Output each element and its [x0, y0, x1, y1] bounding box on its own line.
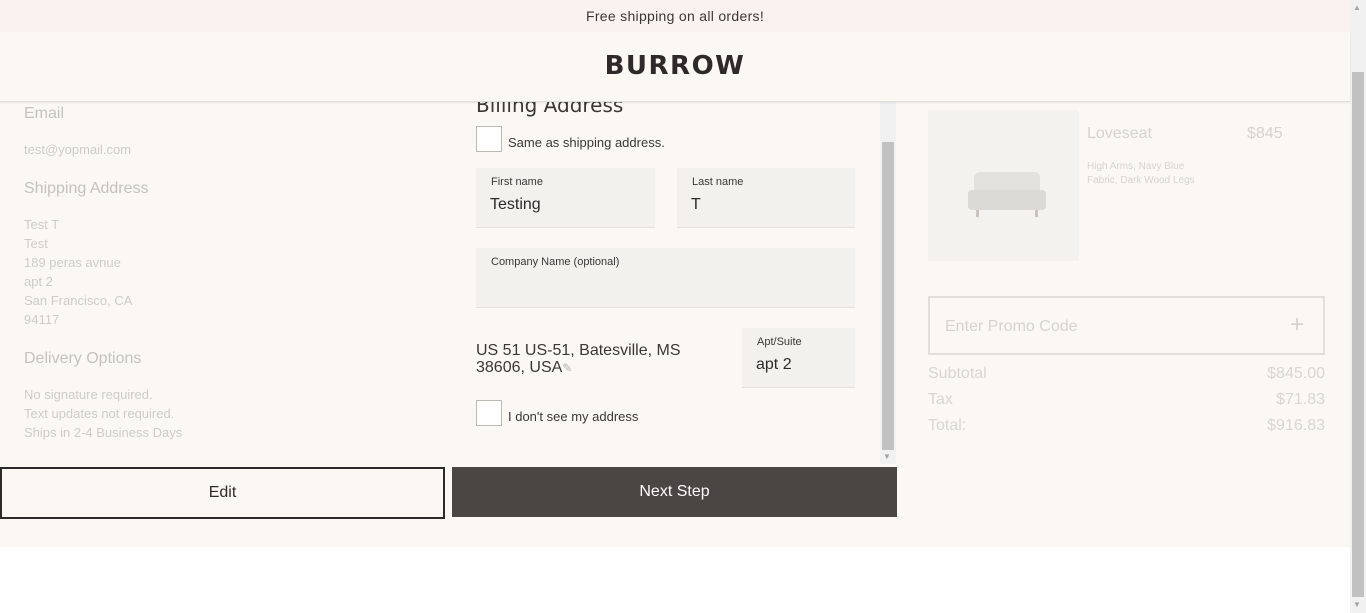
address-line2: 38606, USA [476, 359, 563, 376]
site-header: BURROW [0, 32, 1350, 102]
shipping-line: Test T [24, 217, 60, 232]
address-line1: US 51 US-51, Batesville, MS [476, 342, 681, 359]
delivery-line: Text updates not required. [24, 406, 175, 421]
shipping-line: apt 2 [24, 274, 53, 289]
plus-icon[interactable]: + [1290, 312, 1304, 338]
shipping-line: 189 peras avnue [24, 255, 121, 270]
same-as-shipping-label[interactable]: Same as shipping address. [508, 135, 665, 150]
first-name-field[interactable]: First name Testing [476, 168, 655, 228]
shipping-line: San Francisco, CA [24, 293, 133, 308]
sofa-image [968, 172, 1046, 218]
shipping-line: Test [24, 236, 48, 251]
product-image [928, 110, 1079, 261]
address-display[interactable]: US 51 US-51, Batesville, MS 38606, USA✎ [476, 342, 726, 377]
checkout-page: Email test@yopmail.com Shipping Address … [0, 93, 1350, 547]
promo-banner: Free shipping on all orders! [0, 0, 1350, 32]
company-name-label: Company Name (optional) [491, 256, 620, 268]
total-label: Total: [928, 417, 967, 434]
promo-banner-text: Free shipping on all orders! [585, 8, 765, 24]
apt-suite-label: Apt/Suite [757, 336, 802, 348]
tax-label: Tax [928, 391, 953, 408]
company-name-field[interactable]: Company Name (optional) [476, 248, 855, 308]
scroll-up-arrow-icon[interactable]: ▲ [1353, 3, 1361, 12]
burrow-logo[interactable]: BURROW [602, 52, 748, 80]
email-value: test@yopmail.com [24, 142, 132, 157]
form-scrollbar-thumb[interactable] [882, 142, 894, 450]
same-as-shipping-checkbox[interactable] [476, 126, 502, 152]
form-scrollbar[interactable]: ▼ [880, 102, 896, 464]
scroll-down-arrow-icon[interactable]: ▼ [883, 452, 891, 461]
next-step-button[interactable]: Next Step [452, 467, 897, 517]
delivery-heading: Delivery Options [24, 350, 142, 367]
last-name-value[interactable]: T [691, 196, 701, 214]
product-price: $845 [1247, 125, 1283, 142]
last-name-field[interactable]: Last name T [677, 168, 855, 228]
promo-code-field[interactable]: Enter Promo Code + [928, 296, 1325, 355]
shipping-line: 94117 [24, 312, 60, 327]
last-name-label: Last name [692, 176, 744, 188]
delivery-line: Ships in 2-4 Business Days [24, 425, 183, 440]
edit-button[interactable]: Edit [0, 467, 445, 519]
scroll-down-arrow-icon[interactable]: ▼ [1353, 600, 1361, 609]
first-name-value[interactable]: Testing [490, 196, 541, 214]
promo-code-placeholder[interactable]: Enter Promo Code [945, 318, 1078, 336]
no-address-label[interactable]: I don't see my address [508, 409, 638, 424]
product-description: High Arms, Navy Blue Fabric, Dark Wood L… [1087, 161, 1195, 186]
pencil-icon[interactable]: ✎ [562, 360, 572, 377]
apt-suite-field[interactable]: Apt/Suite apt 2 [742, 328, 855, 388]
first-name-label: First name [491, 176, 543, 188]
total-value: $916.83 [1267, 417, 1325, 434]
shipping-heading: Shipping Address [24, 180, 149, 197]
no-address-checkbox[interactable] [476, 400, 502, 426]
delivery-line: No signature required. [24, 387, 153, 402]
window-scrollbar-thumb[interactable] [1352, 72, 1364, 597]
window-scrollbar[interactable]: ▲ ▼ [1350, 0, 1366, 613]
apt-suite-value[interactable]: apt 2 [756, 356, 792, 374]
subtotal-label: Subtotal [928, 365, 987, 382]
tax-value: $71.83 [1276, 391, 1325, 408]
email-heading: Email [24, 105, 65, 122]
product-name: Loveseat [1087, 125, 1152, 142]
subtotal-value: $845.00 [1267, 365, 1325, 382]
